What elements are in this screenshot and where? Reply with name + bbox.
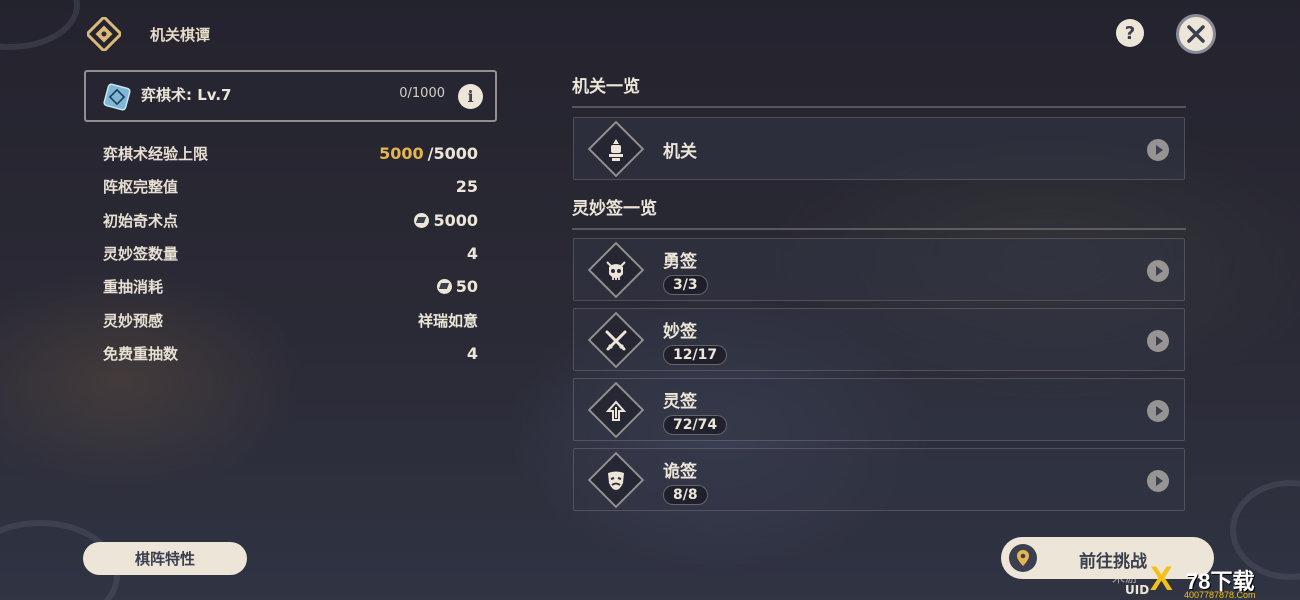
level-exp: 0/1000 [399, 86, 445, 101]
coin-icon [414, 212, 430, 228]
arrow-right-icon[interactable] [1147, 260, 1169, 282]
chess-logo-icon [84, 14, 124, 54]
info-icon[interactable]: i [458, 84, 483, 109]
arrow-right-icon[interactable] [1147, 400, 1169, 422]
stat-label: 重抽消耗 [103, 278, 164, 297]
skull-icon [598, 253, 634, 289]
card-count-badge: 72/74 [663, 415, 728, 435]
stat-value-max: /5000 [427, 144, 478, 164]
mechanisms-section-title: 机关一览 [572, 77, 640, 97]
stat-row: 阵枢完整值 25 [103, 170, 478, 203]
watermark-x: X [1150, 560, 1173, 598]
arrow-right-icon[interactable] [1147, 470, 1169, 492]
arrow-up-icon [598, 393, 634, 429]
turret-icon [598, 132, 634, 168]
divider [572, 106, 1186, 108]
card-count-badge: 8/8 [663, 485, 708, 505]
stat-value: 25 [455, 177, 478, 197]
stat-value: 4 [466, 343, 478, 363]
stat-value-number: 5000 [433, 210, 478, 230]
page-title: 机关棋谭 [150, 26, 211, 44]
card-item[interactable]: 勇签 3/3 [573, 238, 1185, 301]
arrow-right-icon[interactable] [1147, 139, 1169, 161]
mask-icon [598, 463, 634, 499]
formation-traits-button[interactable]: 棋阵特性 [83, 542, 247, 575]
watermark-url: 4007787878.Com [1184, 590, 1256, 600]
card-count-badge: 3/3 [663, 275, 708, 295]
stat-value-highlight: 5000 [379, 144, 424, 164]
card-item[interactable]: 妙签 12/17 [573, 308, 1185, 371]
stat-row: 初始奇术点 5000 [103, 204, 478, 237]
question-icon[interactable]: ? [1116, 19, 1144, 47]
stat-label: 免费重抽数 [103, 344, 179, 363]
stat-row: 重抽消耗 50 [103, 270, 478, 303]
card-label: 妙签 [663, 322, 697, 342]
stat-label: 弈棋术经验上限 [103, 145, 209, 164]
stat-value: 50 [436, 277, 478, 297]
chess-level-icon [102, 82, 132, 112]
arrow-right-icon[interactable] [1147, 330, 1169, 352]
stat-label: 阵枢完整值 [103, 178, 179, 197]
stat-value-number: 50 [455, 277, 478, 297]
cards-section-title: 灵妙签一览 [572, 199, 657, 219]
card-label: 诡签 [663, 462, 697, 482]
stat-label: 初始奇术点 [103, 211, 179, 230]
stat-value: 5000 [414, 211, 478, 230]
mechanism-label: 机关 [663, 142, 697, 162]
watermark-faint-text: 米游 [1112, 571, 1139, 586]
stat-row: 灵妙预感 祥瑞如意 [103, 303, 478, 336]
level-card: 弈棋术: Lv.7 0/1000 i [84, 70, 497, 122]
card-label: 勇签 [663, 252, 697, 272]
coin-icon [436, 279, 452, 295]
watermark: X 78下载 4007787878.Com [1150, 562, 1300, 600]
stat-value: 5000/5000 [379, 144, 478, 163]
card-item[interactable]: 诡签 8/8 [573, 448, 1185, 511]
card-count-badge: 12/17 [663, 345, 728, 365]
mechanism-card[interactable]: 机关 [573, 117, 1185, 180]
stat-row: 弈棋术经验上限 5000/5000 [103, 137, 478, 170]
crossed-swords-icon [598, 323, 634, 359]
location-pin-icon [1009, 544, 1037, 572]
card-label: 灵签 [663, 392, 697, 412]
stats-list: 弈棋术经验上限 5000/5000 阵枢完整值 25 初始奇术点 5000 灵妙… [103, 137, 478, 370]
card-item[interactable]: 灵签 72/74 [573, 378, 1185, 441]
stat-row: 灵妙签数量 4 [103, 237, 478, 270]
divider [572, 228, 1186, 230]
stat-label: 灵妙签数量 [103, 245, 179, 264]
stat-value: 4 [466, 244, 478, 264]
close-icon[interactable] [1176, 14, 1216, 54]
stat-row: 免费重抽数 4 [103, 337, 478, 370]
stat-label: 灵妙预感 [103, 311, 164, 330]
stat-value: 祥瑞如意 [417, 311, 478, 330]
level-label: 弈棋术: Lv.7 [141, 86, 232, 104]
